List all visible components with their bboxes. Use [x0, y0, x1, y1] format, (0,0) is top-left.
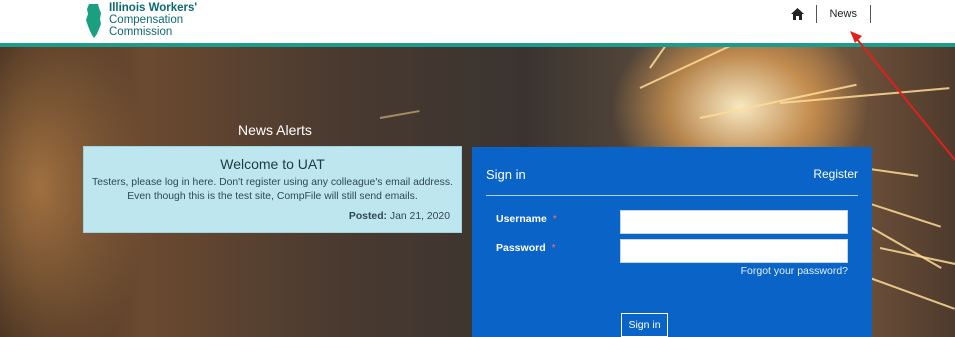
required-mark: * [551, 242, 556, 254]
site-header: Illinois Workers' Compensation Commissio… [0, 0, 955, 43]
sign-in-button[interactable]: Sign in [621, 313, 668, 337]
nav-news-link[interactable]: News [829, 8, 857, 20]
password-input[interactable] [620, 239, 848, 263]
password-label: Password * [496, 242, 556, 254]
posted-label: Posted: [348, 211, 388, 222]
news-alert-card: Welcome to UAT Testers, please log in he… [83, 146, 462, 233]
sign-in-divider [486, 195, 858, 196]
home-icon[interactable] [786, 5, 808, 23]
logo-line-2: Compensation [109, 14, 184, 26]
username-label: Username * [496, 213, 557, 225]
posted-date: Jan 21, 2020 [389, 211, 450, 222]
news-alerts-heading: News Alerts [238, 122, 312, 138]
logo-line-1: Illinois Workers' [109, 2, 198, 14]
username-label-text: Username [496, 213, 547, 225]
password-label-text: Password [496, 242, 546, 254]
sign-in-panel: Sign in Register Username * Password * For… [472, 147, 872, 337]
alert-title: Welcome to UAT [220, 156, 325, 172]
username-input[interactable] [620, 210, 848, 234]
nav-divider [816, 5, 818, 23]
forgot-password-link[interactable]: Forgot your password? [741, 265, 848, 277]
logo-line-3: Commission [109, 26, 173, 38]
register-link[interactable]: Register [813, 167, 858, 181]
alert-posted: Posted: Jan 21, 2020 [349, 211, 450, 222]
top-nav: News [786, 5, 871, 23]
site-logo[interactable]: Illinois Workers' Compensation Commissio… [86, 2, 216, 40]
required-mark: * [552, 213, 557, 225]
logo-text: Illinois Workers' Compensation Commissio… [109, 2, 197, 38]
sign-in-title: Sign in [486, 167, 526, 182]
nav-divider [870, 5, 871, 23]
alert-message: Testers, please log in here. Don't regis… [92, 177, 453, 202]
illinois-state-icon [86, 4, 101, 38]
